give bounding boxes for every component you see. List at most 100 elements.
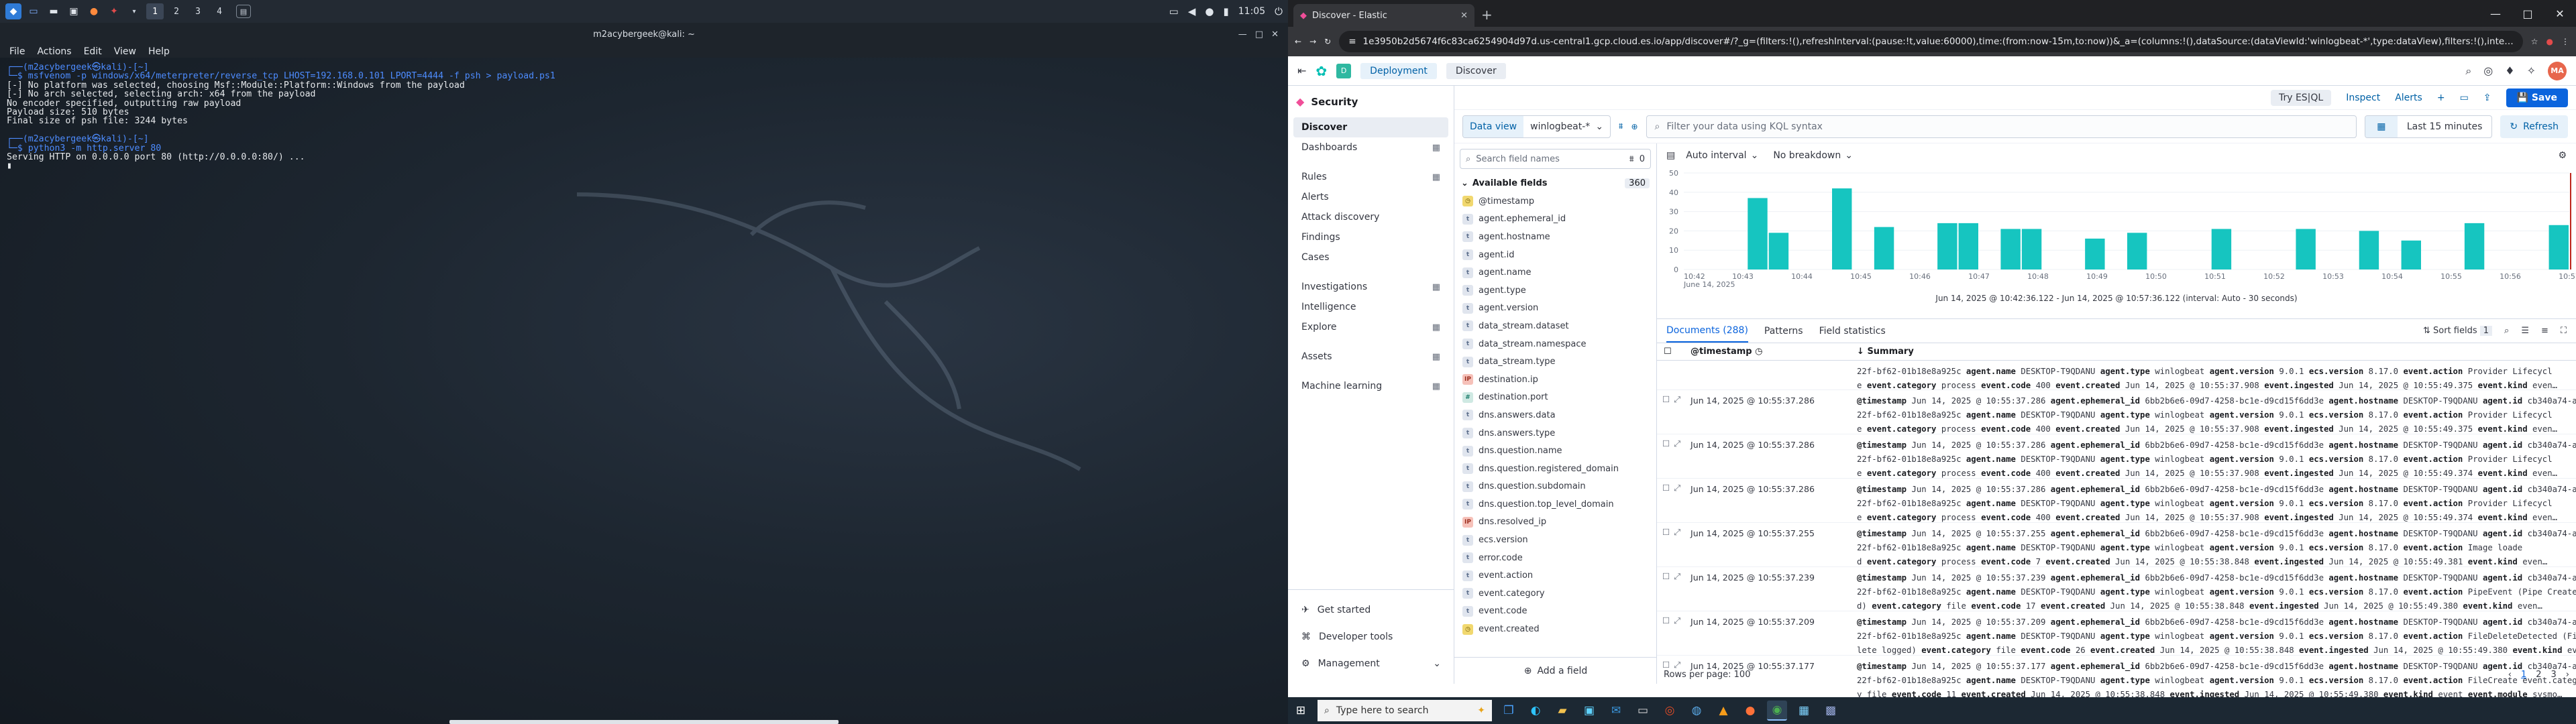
field-item[interactable]: t ecs.version <box>1454 531 1656 549</box>
histogram-bar[interactable] <box>2127 233 2147 269</box>
row-checkbox[interactable]: ☐ <box>1662 615 1670 651</box>
breakdown-select[interactable]: No breakdown ⌄ <box>1769 147 1857 164</box>
page-2[interactable]: 2 <box>2536 670 2541 680</box>
fullscreen-icon[interactable]: ⛶ <box>2561 326 2567 336</box>
workspace-3[interactable]: 3 <box>189 3 207 19</box>
terminal-app-icon[interactable]: ▣ <box>66 3 82 19</box>
screen-icon[interactable]: ▭ <box>1169 5 1179 17</box>
nav-item-findings[interactable]: Findings <box>1293 227 1448 247</box>
table-row[interactable]: ☐ ⤢ Jun 14, 2025 @ 10:55:37.286 @timestamp … <box>1657 434 2576 479</box>
field-item[interactable]: ◷ @timestamp <box>1454 192 1656 210</box>
expand-row-icon[interactable]: ⤢ <box>1674 394 1680 430</box>
window-maximize-icon[interactable]: □ <box>2512 0 2544 27</box>
field-item[interactable]: t data_stream.namespace <box>1454 335 1656 353</box>
share-icon[interactable]: ⇪ <box>2483 93 2491 103</box>
cell-summary[interactable]: @timestamp Jun 14, 2025 @ 10:55:37.286 a… <box>1853 479 2576 522</box>
select-all-checkbox[interactable]: ☐ <box>1657 347 1685 357</box>
firefox-icon[interactable]: ● <box>86 3 102 19</box>
field-item[interactable]: t dns.answers.data <box>1454 406 1656 424</box>
kql-search-input[interactable]: ⌕ Filter your data using KQL syntax <box>1646 115 2357 138</box>
table-row[interactable]: ☐ ⤢ Jun 14, 2025 @ 10:55:37.286 @timestamp … <box>1657 479 2576 523</box>
store-icon[interactable]: ▣ <box>1579 701 1599 721</box>
field-item[interactable]: t agent.version <box>1454 300 1656 318</box>
cell-timestamp[interactable] <box>1685 361 1853 389</box>
terminal-icon[interactable]: ▭ <box>1633 701 1653 721</box>
news-feed-icon[interactable]: ♦ <box>2505 64 2514 77</box>
address-bar[interactable]: ≡ 1e3950b2d5674f6c83ca6254904d97d.us-cen… <box>1339 31 2523 52</box>
elastic-logo-icon[interactable]: ✿ <box>1316 63 1327 79</box>
breadcrumb-deployment[interactable]: Deployment <box>1360 62 1437 79</box>
cell-summary[interactable]: 22f-bf62-01b18e8a925c agent.name DESKTOP… <box>1853 361 2576 389</box>
nav-item-rules[interactable]: Rules ▦ <box>1293 167 1448 187</box>
menu-edit[interactable]: Edit <box>84 46 102 57</box>
cell-timestamp[interactable]: Jun 14, 2025 @ 10:55:37.286 <box>1685 479 1853 522</box>
cell-timestamp[interactable]: Jun 14, 2025 @ 10:55:37.286 <box>1685 434 1853 478</box>
window-minimize-icon[interactable]: — <box>2479 0 2512 27</box>
global-search-icon[interactable]: ⌕ <box>2465 64 2471 78</box>
row-checkbox[interactable]: ☐ <box>1662 438 1670 474</box>
table-row[interactable]: ☐ ⤢ Jun 14, 2025 @ 10:55:37.255 @timestamp … <box>1657 523 2576 567</box>
task-view-icon[interactable]: ❐ <box>1499 701 1519 721</box>
table-row[interactable]: ☐ ⤢ Jun 14, 2025 @ 10:55:37.286 @timestamp … <box>1657 390 2576 434</box>
solution-header[interactable]: ◆ Security <box>1288 91 1454 117</box>
grid-icon[interactable]: ▦ <box>1432 282 1440 292</box>
reload-icon[interactable]: ↻ <box>1324 37 1331 46</box>
histogram-bar[interactable] <box>2211 229 2232 269</box>
app-misc-icon[interactable]: ▩ <box>1821 701 1841 721</box>
calendar-icon[interactable]: ▦ <box>2365 115 2398 137</box>
nav-item-explore[interactable]: Explore ▦ <box>1293 317 1448 337</box>
space-avatar-icon[interactable]: D <box>1336 63 1352 78</box>
browser-menu-icon[interactable]: ⋮ <box>2561 37 2569 46</box>
field-item[interactable]: t agent.ephemeral_id <box>1454 210 1656 229</box>
app-red-icon[interactable]: ◎ <box>1660 701 1680 721</box>
field-item[interactable]: t dns.question.name <box>1454 442 1656 460</box>
prev-page-icon[interactable]: ‹ <box>2508 670 2512 680</box>
notification-bell-icon[interactable]: ● <box>1205 5 1214 17</box>
extension-icon[interactable]: ● <box>2546 37 2553 46</box>
histogram-bar[interactable] <box>2296 229 2316 269</box>
field-item[interactable]: IP destination.ip <box>1454 371 1656 389</box>
nav-item-attack-discovery[interactable]: Attack discovery <box>1293 207 1448 227</box>
nav-item-cases[interactable]: Cases <box>1293 247 1448 267</box>
grid-icon[interactable]: ▦ <box>1432 172 1440 182</box>
row-checkbox[interactable]: ☐ <box>1662 483 1670 518</box>
volume-icon[interactable]: ◀ <box>1188 5 1196 17</box>
field-item[interactable]: # destination.port <box>1454 389 1656 407</box>
grid-icon[interactable]: ▦ <box>1432 381 1440 391</box>
new-tab-icon[interactable]: + <box>1481 7 1493 23</box>
chart-options-icon[interactable]: ⚙ <box>2558 150 2567 161</box>
field-item[interactable]: ◷ event.created <box>1454 620 1656 638</box>
tab-patterns[interactable]: Patterns <box>1764 326 1803 337</box>
rows-per-page[interactable]: Rows per page: 100 <box>1664 670 1750 680</box>
workspace-2[interactable]: 2 <box>168 3 185 19</box>
browser-tab-discover[interactable]: ◆ Discover - Elastic ✕ <box>1293 4 1474 27</box>
row-checkbox[interactable]: ☐ <box>1662 571 1670 607</box>
ai-assistant-icon[interactable]: ✧ <box>2527 64 2536 77</box>
field-item[interactable]: t dns.answers.type <box>1454 424 1656 442</box>
app-cloud-icon[interactable]: ▦ <box>1794 701 1814 721</box>
table-row[interactable]: ☐ ⤢ Jun 14, 2025 @ 10:55:37.239 @timestamp … <box>1657 567 2576 611</box>
histogram-bar[interactable] <box>2000 229 2021 269</box>
interval-select[interactable]: Auto interval ⌄ <box>1682 147 1762 164</box>
try-esql-button[interactable]: Try ES|QL <box>2270 89 2332 106</box>
field-item[interactable]: t data_stream.type <box>1454 353 1656 371</box>
tab-documents[interactable]: Documents (288) <box>1666 320 1748 343</box>
time-range[interactable]: Last 15 minutes <box>2398 121 2492 132</box>
menu-help[interactable]: Help <box>148 46 170 57</box>
field-item[interactable]: t event.action <box>1454 566 1656 585</box>
histogram-bar[interactable] <box>1768 233 1789 269</box>
alerts-link[interactable]: Alerts <box>2395 93 2422 103</box>
terminal-task-icon[interactable]: ▤ <box>236 5 251 18</box>
new-icon[interactable]: + <box>2437 93 2445 103</box>
table-row[interactable]: 22f-bf62-01b18e8a925c agent.name DESKTOP… <box>1657 361 2576 390</box>
sort-fields-button[interactable]: ⇅ Sort fields 1 <box>2423 326 2493 336</box>
menu-actions[interactable]: Actions <box>37 46 71 57</box>
nav-item-alerts[interactable]: Alerts <box>1293 187 1448 207</box>
help-icon[interactable]: ◎ <box>2483 64 2493 77</box>
back-icon[interactable]: ← <box>1295 37 1301 46</box>
field-search-input[interactable]: ⌕ Search field names ⩩ 0 <box>1460 149 1651 169</box>
histogram-bar[interactable] <box>1958 223 1978 269</box>
grid-search-icon[interactable]: ⌕ <box>2504 326 2509 336</box>
expand-row-icon[interactable]: ⤢ <box>1674 527 1680 562</box>
histogram-bar[interactable] <box>2359 231 2379 269</box>
